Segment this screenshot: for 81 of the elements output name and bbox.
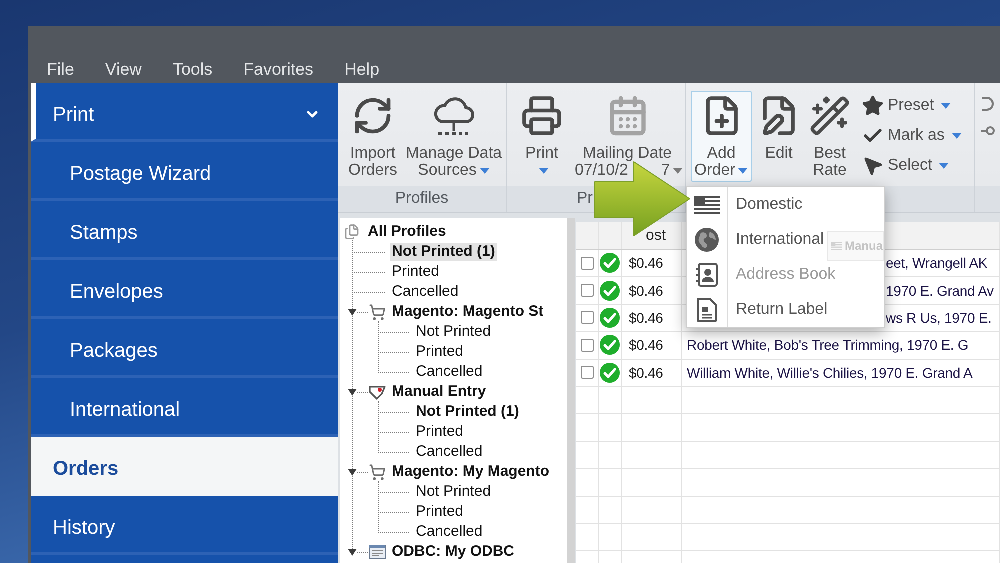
recipient-text: 1970 E. Grand Av — [886, 282, 994, 299]
tree-item[interactable]: Cancelled — [414, 523, 485, 541]
check-circle-icon — [600, 335, 620, 356]
recipient-text: Robert White, Bob's Tree Trimming, 1970 E. G — [687, 337, 969, 354]
import-orders-button[interactable]: Import Orders — [346, 91, 400, 182]
tree-item[interactable]: ODBC: My ODBC — [390, 543, 516, 561]
globe-icon — [695, 228, 719, 252]
cost-value: $0.46 — [629, 364, 664, 381]
recipient-text: eet, Wrangell AK — [886, 255, 988, 272]
nav-item[interactable]: Orders — [31, 437, 338, 496]
cart-icon — [369, 304, 386, 320]
cost-value: $0.46 — [629, 282, 664, 299]
mailing-date-button[interactable]: Mailing Date 07/10/2 7 — [572, 91, 683, 182]
tree-item[interactable]: Printed — [390, 263, 442, 281]
preset-button[interactable]: Preset — [860, 91, 964, 121]
tree-item[interactable]: Printed — [414, 503, 466, 521]
tree-item[interactable]: Cancelled — [414, 443, 485, 461]
checkbox[interactable] — [580, 256, 594, 270]
select-button[interactable]: Select — [860, 151, 964, 181]
menu-item[interactable]: Favorites — [244, 60, 314, 80]
recipient-text: William White, Willie's Chilies, 1970 E. Grand A — [687, 364, 973, 381]
print-button[interactable]: Print — [517, 91, 567, 177]
arc-icon[interactable] — [981, 97, 994, 111]
check-circle-icon — [600, 362, 620, 383]
tree-item[interactable]: Magento: Magento St — [390, 303, 546, 321]
nav-item[interactable]: Print — [31, 83, 338, 142]
tag-icon — [369, 384, 386, 400]
expanded-triangle-icon[interactable] — [348, 388, 357, 396]
cloud-icon — [432, 96, 476, 136]
window-icon — [369, 545, 386, 559]
cost-value: $0.46 — [629, 255, 664, 272]
documents-icon — [344, 224, 360, 240]
expanded-triangle-icon[interactable] — [348, 468, 357, 476]
menu-item[interactable]: File — [47, 60, 74, 80]
magic-wand-icon — [809, 95, 851, 137]
tree-item[interactable]: Cancelled — [414, 363, 485, 381]
tree-item[interactable]: All Profiles — [366, 223, 448, 241]
expanded-triangle-icon[interactable] — [348, 548, 357, 556]
tree-item[interactable]: Not Printed — [414, 323, 494, 341]
node-icon[interactable] — [981, 125, 995, 137]
tree-item[interactable]: Not Printed (1) — [390, 243, 498, 261]
flag-icon — [694, 196, 720, 214]
manage-sources-button[interactable]: Manage Data Sources — [403, 91, 505, 182]
cost-value: $0.46 — [629, 310, 664, 326]
menu-item[interactable]: Tools — [172, 60, 213, 80]
tree-item[interactable]: Magento: My Magento — [390, 463, 552, 481]
tree-item[interactable]: Cancelled — [390, 283, 461, 301]
tree-item[interactable]: Printed — [414, 423, 466, 441]
cost-value: $0.46 — [629, 337, 664, 354]
printer-icon — [521, 95, 563, 137]
tree-item[interactable]: Not Printed — [414, 483, 494, 501]
checkbox[interactable] — [580, 284, 594, 298]
checkbox[interactable] — [580, 311, 594, 324]
cart-icon — [369, 464, 386, 480]
tree-item[interactable]: Manual Entry — [390, 383, 488, 401]
column-header[interactable]: ost — [646, 227, 666, 244]
check-circle-icon — [600, 253, 620, 274]
menu-item[interactable]: Return Label — [687, 292, 884, 327]
add-order-button[interactable]: Add Order — [691, 91, 752, 182]
document-icon — [697, 298, 717, 322]
best-rate-button[interactable]: Best Rate — [806, 91, 854, 182]
menu-item[interactable]: Help — [344, 60, 380, 80]
cursor-icon — [862, 155, 884, 177]
expanded-triangle-icon[interactable] — [348, 308, 357, 316]
recipient-text: ws R Us, 1970 E. — [886, 310, 992, 326]
flag-icon — [831, 240, 842, 252]
checkbox[interactable] — [580, 338, 594, 352]
scrollbar[interactable] — [567, 218, 575, 563]
tree-item[interactable]: Printed — [414, 343, 466, 361]
star-icon — [862, 95, 884, 117]
menu-item[interactable]: View — [105, 60, 142, 80]
menu-item[interactable]: Domestic — [687, 187, 884, 222]
contact-card-icon — [696, 262, 718, 286]
edit-button[interactable]: Edit — [758, 91, 800, 165]
check-circle-icon — [600, 280, 620, 301]
group-label: Profiles — [395, 190, 449, 208]
check-circle-icon — [600, 308, 620, 328]
tree-item[interactable]: Not Printed (1) — [414, 403, 522, 421]
group-label: Pr — [577, 190, 593, 208]
mark-as-button[interactable]: Mark as — [860, 121, 964, 151]
checkbox[interactable] — [580, 366, 594, 380]
